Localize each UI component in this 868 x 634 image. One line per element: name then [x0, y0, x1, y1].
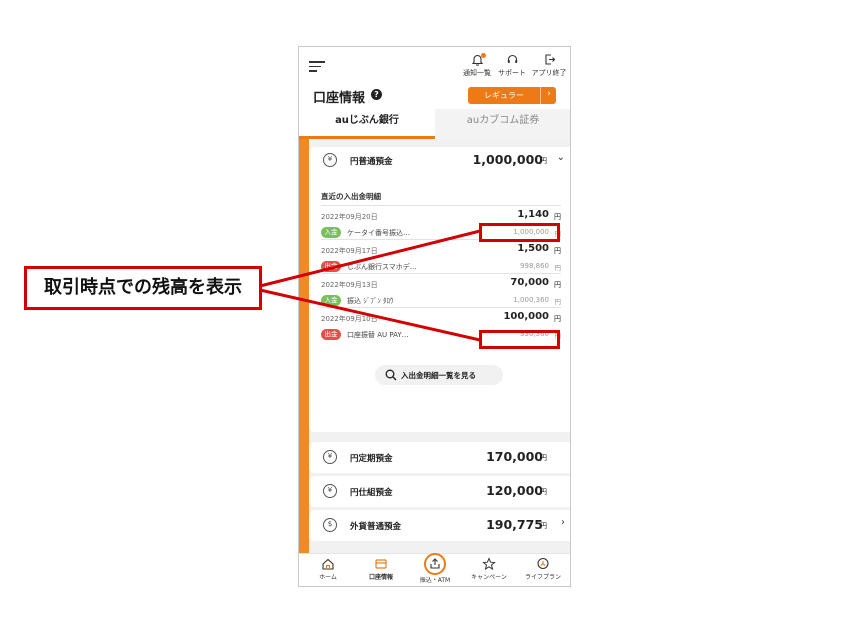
yen-unit: 円: [540, 157, 547, 165]
home-icon: [322, 558, 334, 570]
deposit-badge: 入金: [321, 227, 341, 238]
nav-account-info-label: 口座情報: [368, 574, 393, 581]
tab-jibun-bank[interactable]: auじぶん銀行: [299, 109, 435, 139]
transfer-icon: [424, 553, 446, 575]
tx-date: 2022年09月13日: [321, 281, 378, 289]
menu-icon[interactable]: [309, 61, 325, 72]
search-icon: [385, 369, 397, 381]
nav-transfer-atm-label: 振込・ATM: [419, 577, 451, 584]
view-all-history-button[interactable]: 入出金明細一覧を見る: [375, 365, 503, 385]
tx-description: ケータイ番号振込…: [347, 229, 410, 237]
withdrawal-badge: 出金: [321, 329, 341, 340]
account-name: 円普通預金: [350, 157, 393, 167]
tx-amount: 100,000: [503, 311, 549, 322]
account-amount: 120,000: [486, 483, 543, 498]
highlight-balance-bottom: [479, 330, 560, 349]
main-account-card: ¥ 円普通預金 1,000,000 円 ⌄ 直近の入出金明細 2022年09月2…: [309, 147, 570, 432]
account-card-foreign-currency[interactable]: $ 外貨普通預金 190,775 円 ›: [309, 510, 570, 541]
tx-date: 2022年09月20日: [321, 213, 378, 221]
help-icon[interactable]: ?: [371, 89, 382, 100]
tx-description: 口座振替 AU PAY…: [347, 331, 409, 339]
tx-yen: 円: [554, 281, 561, 289]
page-title: 口座情報: [313, 91, 366, 106]
support-button[interactable]: サポート: [492, 53, 532, 78]
tx-balance-yen: 円: [554, 298, 562, 306]
tx-description: じぶん銀行スマホデ…: [347, 263, 417, 271]
account-amount: 1,000,000: [472, 152, 543, 167]
yen-unit: 円: [540, 488, 547, 496]
account-amount: 190,775: [486, 517, 543, 532]
tx-yen: 円: [554, 213, 561, 221]
orange-rail: [299, 139, 309, 553]
tab-kabucom[interactable]: auカブコム証券: [435, 109, 570, 139]
support-label: サポート: [498, 69, 526, 77]
tx-description: 振込 ｼﾞﾌﾞﾝ ﾀﾛｳ: [347, 297, 394, 305]
rank-label: レギュラー: [484, 91, 524, 100]
title-row: 口座情報 ? レギュラー ›: [313, 87, 563, 107]
callout-label: 取引時点での残高を表示: [24, 266, 262, 310]
chevron-right-icon[interactable]: ›: [561, 517, 565, 528]
tx-date: 2022年09月17日: [321, 247, 378, 255]
withdrawal-badge: 出金: [321, 261, 341, 272]
tx-amount: 70,000: [510, 277, 549, 288]
tx-balance: 998,860: [520, 262, 549, 270]
yen-coin-icon: ¥: [323, 484, 337, 498]
notification-dot: [481, 53, 486, 58]
tx-yen: 円: [554, 247, 561, 255]
account-name: 円仕組預金: [350, 488, 393, 498]
account-name: 外貨普通預金: [350, 522, 402, 532]
dollar-coin-icon: $: [323, 518, 337, 532]
rank-separator: [540, 87, 541, 104]
lifeplan-icon: [537, 557, 549, 570]
yen-coin-icon: ¥: [323, 153, 337, 167]
yen-unit: 円: [540, 454, 547, 462]
headset-icon: [507, 54, 517, 63]
account-card-time-deposit[interactable]: ¥ 円定期預金 170,000 円: [309, 442, 570, 473]
exit-app-label: アプリ終了: [531, 69, 567, 77]
nav-campaign-label: キャンペーン: [471, 574, 507, 581]
tx-balance: 1,000,360: [513, 296, 549, 304]
yen-unit: 円: [540, 522, 547, 530]
account-card-structured-deposit[interactable]: ¥ 円仕組預金 120,000 円: [309, 476, 570, 507]
tx-yen: 円: [554, 315, 561, 323]
view-all-history-label: 入出金明細一覧を見る: [401, 371, 476, 380]
tx-balance-yen: 円: [554, 264, 562, 272]
notifications-label: 通知一覧: [463, 69, 491, 77]
nav-home-label: ホーム: [319, 574, 337, 581]
chevron-down-icon[interactable]: ⌄: [557, 152, 565, 163]
deposit-badge: 入金: [321, 295, 341, 306]
tx-date: 2022年09月10日: [321, 315, 378, 323]
bottom-nav: ホーム 口座情報 振込・ATM キャンペーン ライフプラン: [299, 553, 570, 586]
nav-lifeplan-label: ライフプラン: [524, 574, 561, 581]
account-icon: [375, 559, 387, 569]
top-bar: 通知一覧 サポート アプリ終了: [299, 47, 570, 83]
rank-badge[interactable]: レギュラー ›: [468, 87, 556, 104]
account-name: 円定期預金: [350, 454, 393, 464]
phone-screen: 通知一覧 サポート アプリ終了 口座情報 ? レギュラー › auじぶん銀行 a…: [298, 46, 571, 587]
exit-app-button[interactable]: アプリ終了: [529, 53, 569, 78]
tx-amount: 1,140: [517, 209, 549, 220]
nav-campaign[interactable]: キャンペーン: [462, 557, 516, 581]
nav-lifeplan[interactable]: ライフプラン: [516, 557, 570, 581]
exit-icon: [544, 54, 555, 65]
main-account-header[interactable]: ¥ 円普通預金 1,000,000 円 ⌄: [309, 147, 570, 175]
transaction-row[interactable]: 2022年09月17日 1,500 円 出金 じぶん銀行スマホデ… 998,86…: [321, 239, 561, 273]
history-title: 直近の入出金明細: [321, 192, 381, 201]
nav-home[interactable]: ホーム: [301, 557, 355, 581]
yen-coin-icon: ¥: [323, 450, 337, 464]
transaction-row[interactable]: 2022年09月13日 70,000 円 入金 振込 ｼﾞﾌﾞﾝ ﾀﾛｳ 1,0…: [321, 273, 561, 307]
nav-transfer-atm[interactable]: 振込・ATM: [408, 553, 462, 584]
highlight-balance-top: [479, 223, 560, 242]
tab-bar: auじぶん銀行 auカブコム証券: [299, 109, 570, 139]
tx-amount: 1,500: [517, 243, 549, 254]
notifications-button[interactable]: 通知一覧: [457, 53, 497, 78]
chevron-right-icon: ›: [547, 89, 551, 99]
nav-account-info[interactable]: 口座情報: [354, 557, 408, 581]
star-icon: [482, 557, 496, 571]
account-amount: 170,000: [486, 449, 543, 464]
